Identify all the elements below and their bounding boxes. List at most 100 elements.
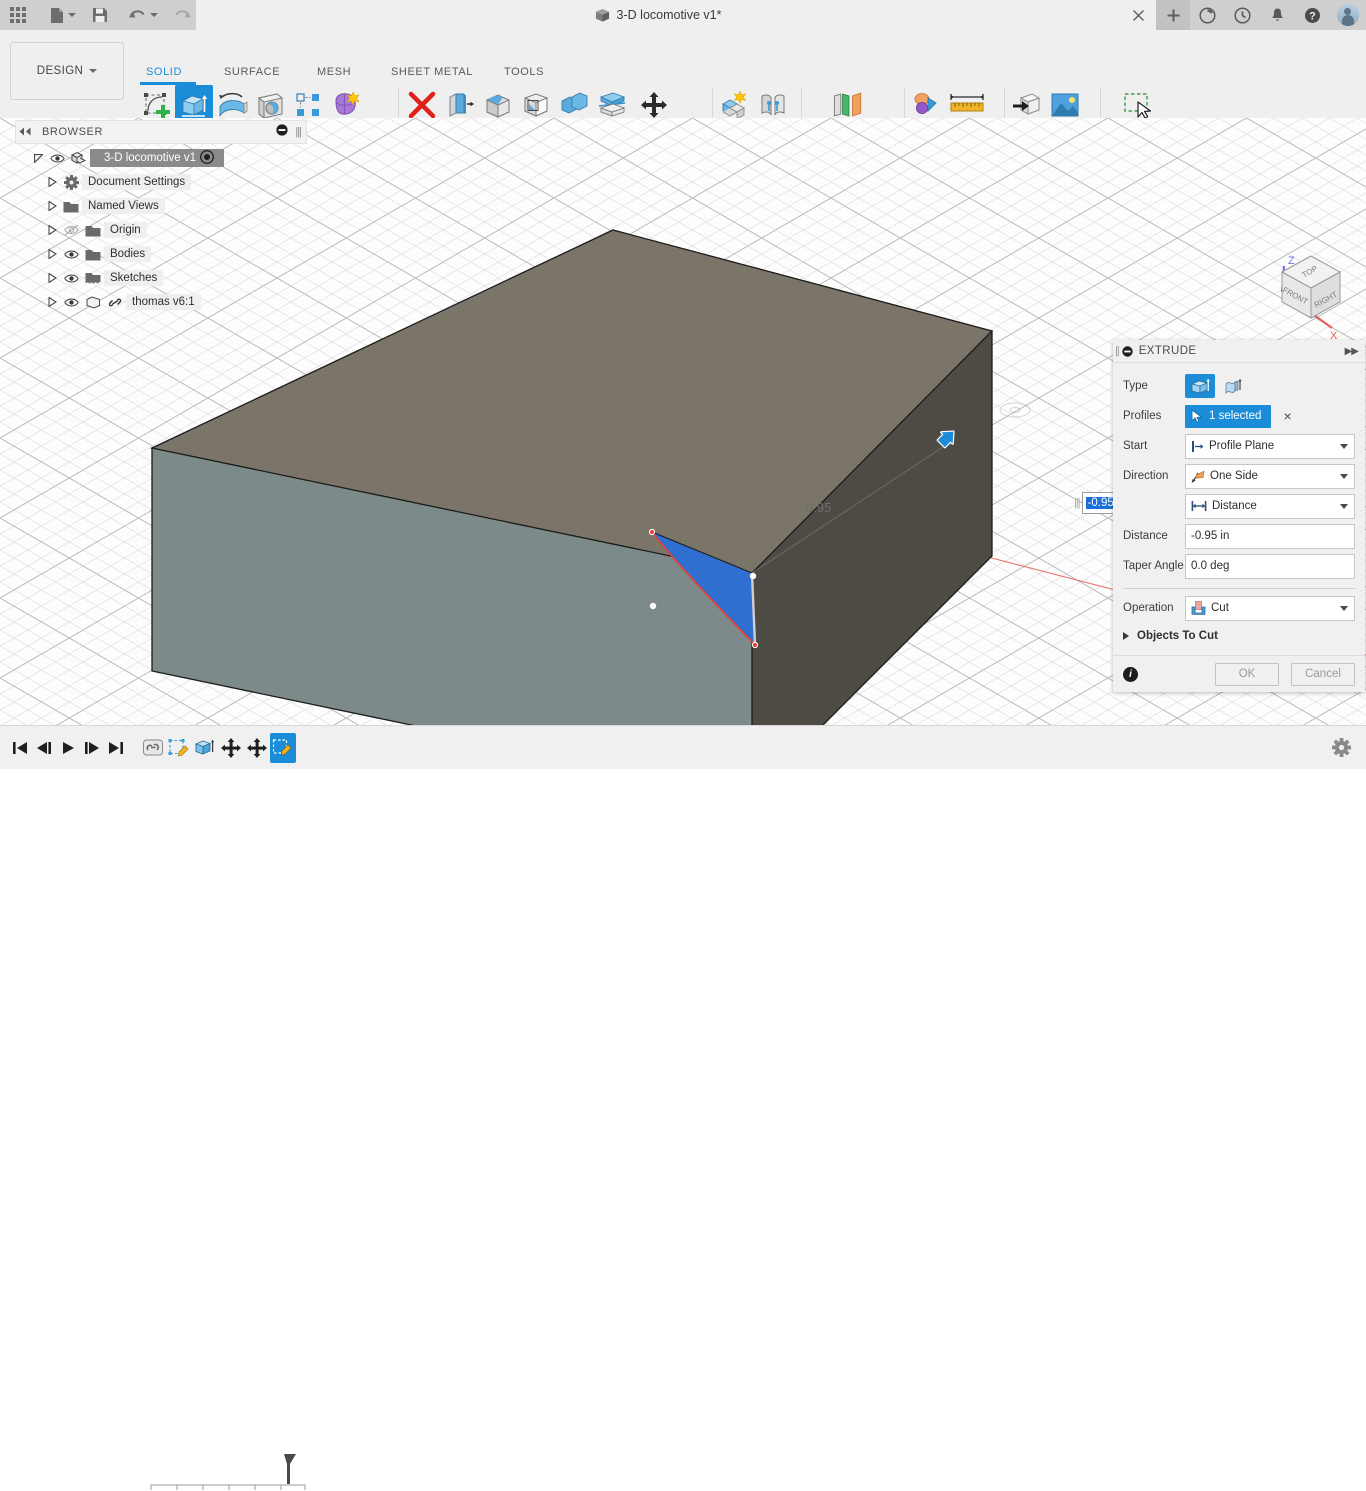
activate-component-radio[interactable] [200, 149, 214, 167]
apps-grid-icon[interactable] [0, 0, 38, 30]
expand-arrow-icon[interactable] [44, 194, 60, 218]
dialog-grip[interactable]: || [1113, 345, 1122, 357]
objects-to-cut-section[interactable]: Objects To Cut [1113, 623, 1365, 649]
timeline-marker-flag[interactable] [284, 1454, 298, 1489]
dialog-divider [1123, 588, 1355, 589]
document-cube-icon [595, 8, 609, 22]
tree-label-document-settings[interactable]: Document Settings [82, 174, 192, 190]
visibility-eye-icon[interactable] [60, 290, 82, 314]
label-distance: Distance [1123, 530, 1168, 542]
extrude-dialog-body: Type Profiles 1 selected × Start Profile… [1113, 363, 1365, 655]
tree-label-named-views[interactable]: Named Views [82, 198, 165, 214]
collapse-icon[interactable] [1122, 345, 1133, 357]
tab-tools[interactable]: TOOLS [504, 66, 544, 78]
visibility-eye-icon[interactable] [60, 266, 82, 290]
workspace-label: DESIGN [36, 65, 84, 77]
tree-label-origin[interactable]: Origin [104, 222, 147, 238]
step-forward-icon[interactable] [80, 726, 104, 769]
tab-mesh[interactable]: MESH [317, 66, 351, 78]
expand-arrow-icon[interactable] [44, 170, 60, 194]
file-menu-icon[interactable] [38, 0, 82, 30]
row-extent-type: Distance [1113, 491, 1365, 521]
ok-button[interactable]: OK [1215, 662, 1279, 686]
workspace-switcher[interactable]: DESIGN [10, 42, 124, 100]
browser-panel-header: BROWSER ||| [16, 121, 306, 143]
profiles-selection-button[interactable]: 1 selected [1185, 404, 1272, 428]
cancel-button[interactable]: Cancel [1291, 662, 1355, 686]
start-dropdown[interactable]: Profile Plane [1185, 433, 1355, 459]
extent-type-dropdown[interactable]: Distance [1185, 493, 1355, 519]
document-tab[interactable]: 3-D locomotive v1* [196, 0, 1120, 30]
folder-icon [82, 218, 104, 242]
notifications-bell-icon[interactable] [1260, 0, 1295, 30]
extrude-profile-icon[interactable] [1185, 374, 1215, 398]
tree-node-sketches[interactable]: Sketches [30, 266, 310, 290]
dimension-value-label[interactable]: 0.95 [806, 500, 831, 515]
tree-node-root[interactable]: 3-D locomotive v1 [30, 146, 310, 170]
direction-dropdown[interactable]: One Side [1185, 463, 1355, 489]
tree-label-sketches[interactable]: Sketches [104, 270, 164, 286]
account-avatar[interactable] [1330, 0, 1365, 30]
play-icon[interactable] [56, 726, 80, 769]
tab-surface[interactable]: SURFACE [224, 66, 280, 78]
visibility-eye-off-icon[interactable] [60, 218, 82, 242]
visibility-eye-icon[interactable] [46, 146, 68, 170]
move-feature-icon[interactable] [218, 733, 244, 763]
undo-icon[interactable] [122, 0, 164, 30]
panel-grip[interactable]: ||| [295, 126, 302, 138]
tab-solid[interactable]: SOLID [146, 66, 182, 78]
tree-node-document-settings[interactable]: Document Settings [30, 170, 310, 194]
origin-marker [999, 402, 1031, 418]
visibility-eye-icon[interactable] [60, 242, 82, 266]
extrude-dialog-header[interactable]: || EXTRUDE ▶▶ [1113, 340, 1365, 363]
tree-node-origin[interactable]: Origin [30, 218, 310, 242]
help-icon[interactable]: ? [1295, 0, 1330, 30]
step-back-icon[interactable] [32, 726, 56, 769]
collapse-left-icon[interactable] [18, 123, 32, 141]
viewport-canvas[interactable]: 0.95 Z X TOP FRONT RIGHT BROWSER ||| 3-D… [0, 118, 1366, 725]
expand-arrow-icon[interactable] [30, 146, 46, 170]
close-tab-button[interactable] [1120, 0, 1156, 30]
input-grip[interactable]: ||| [1074, 497, 1082, 509]
taper-angle-input[interactable]: 0.0 deg [1185, 553, 1355, 579]
row-start: Start Profile Plane [1113, 431, 1365, 461]
expand-arrow-icon[interactable] [44, 266, 60, 290]
tree-label-thomas[interactable]: thomas v6:1 [126, 294, 201, 310]
profiles-selection-label: 1 selected [1209, 410, 1262, 422]
operation-dropdown[interactable]: Cut [1185, 595, 1355, 621]
job-status-icon[interactable] [1190, 0, 1225, 30]
extrude-feature-icon[interactable] [192, 733, 218, 763]
save-icon[interactable] [82, 0, 122, 30]
view-cube[interactable]: Z X TOP FRONT RIGHT [1262, 246, 1360, 342]
label-direction: Direction [1123, 470, 1169, 482]
minimize-icon[interactable] [276, 123, 288, 141]
operation-value: Cut [1211, 602, 1229, 614]
expand-right-icon[interactable]: ▶▶ [1345, 346, 1359, 357]
go-to-end-icon[interactable] [104, 726, 128, 769]
joint-feature-icon[interactable] [140, 733, 166, 763]
tree-node-named-views[interactable]: Named Views [30, 194, 310, 218]
new-tab-button[interactable] [1156, 0, 1190, 30]
info-icon[interactable]: i [1123, 666, 1138, 682]
sketch-feature-icon[interactable] [166, 733, 192, 763]
tree-label-bodies[interactable]: Bodies [104, 246, 152, 262]
distance-input[interactable]: -0.95 in [1185, 523, 1355, 549]
clear-selection-icon[interactable]: × [1283, 409, 1291, 423]
svg-text:?: ? [1309, 10, 1316, 22]
extrude-dialog[interactable]: || EXTRUDE ▶▶ Type Profiles 1 selected ×… [1113, 340, 1365, 692]
recent-activity-icon[interactable] [1225, 0, 1260, 30]
label-start: Start [1123, 440, 1148, 452]
extrude-taper-icon[interactable] [1219, 374, 1249, 398]
row-type: Type [1113, 371, 1365, 401]
tree-node-thomas[interactable]: thomas v6:1 [30, 290, 310, 314]
extrude-cut-feature-icon[interactable] [270, 732, 296, 763]
tab-sheet-metal[interactable]: SHEET METAL [391, 66, 473, 78]
gear-icon[interactable] [1326, 726, 1356, 769]
move-feature-icon-2[interactable] [244, 733, 270, 763]
tree-node-bodies[interactable]: Bodies [30, 242, 310, 266]
go-to-beginning-icon[interactable] [8, 726, 32, 769]
expand-arrow-icon[interactable] [44, 290, 60, 314]
body-icon [82, 290, 104, 314]
expand-arrow-icon[interactable] [44, 242, 60, 266]
expand-arrow-icon[interactable] [44, 218, 60, 242]
